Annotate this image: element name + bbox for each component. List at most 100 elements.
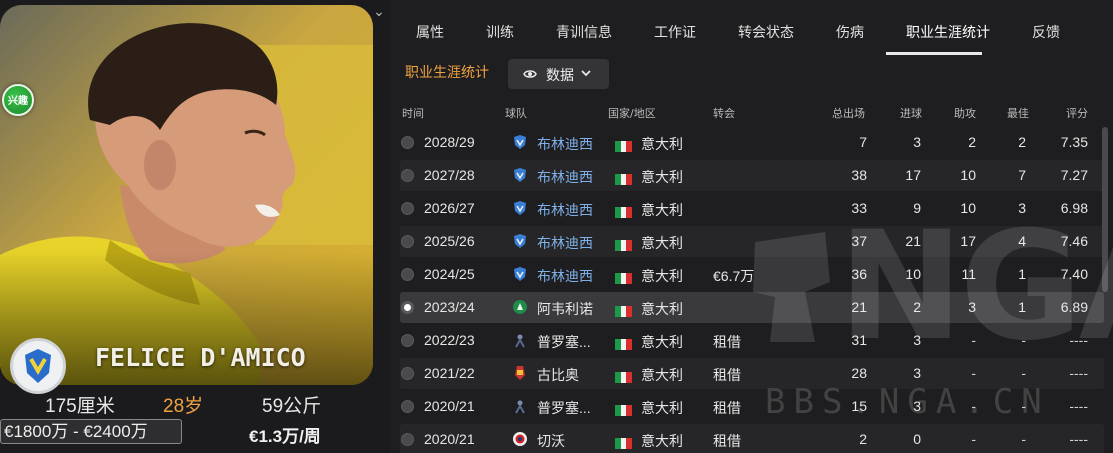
club-crest-icon xyxy=(512,332,528,348)
motm-cell: - xyxy=(1021,398,1026,414)
table-row[interactable]: 2028/29 布林迪西 意大利 7 3 2 2 7.35 xyxy=(400,127,1104,158)
view-mode-dropdown[interactable]: 数据 xyxy=(508,59,609,89)
table-row[interactable]: 2024/25 布林迪西 意大利 €6.7万 36 10 11 1 7.40 xyxy=(400,259,1104,290)
season-cell: 2020/21 xyxy=(424,431,475,447)
tab-career-stats[interactable]: 职业生涯统计 xyxy=(906,22,990,42)
goals-cell: 3 xyxy=(913,365,921,381)
header-rating[interactable]: 评分 xyxy=(1066,105,1088,121)
table-scrollbar[interactable] xyxy=(1102,127,1108,292)
season-cell: 2023/24 xyxy=(424,299,475,315)
table-row[interactable]: 2027/28 布林迪西 意大利 38 17 10 7 7.27 xyxy=(400,160,1104,191)
rating-cell: 7.40 xyxy=(1060,266,1088,282)
row-select-radio[interactable] xyxy=(401,334,414,347)
header-motm[interactable]: 最佳 xyxy=(1007,105,1029,121)
goals-cell: 3 xyxy=(913,398,921,414)
italy-flag-icon xyxy=(615,203,632,218)
row-select-radio[interactable] xyxy=(401,235,414,248)
tab-training[interactable]: 训练 xyxy=(486,22,514,42)
goals-cell: 17 xyxy=(905,167,921,183)
row-select-radio[interactable] xyxy=(401,169,414,182)
row-select-radio[interactable] xyxy=(401,367,414,380)
apps-cell: 31 xyxy=(851,332,867,348)
country-cell: 意大利 xyxy=(641,235,683,251)
club-link[interactable]: 布林迪西 xyxy=(537,167,593,187)
club-link[interactable]: 阿韦利诺 xyxy=(537,299,593,319)
table-row[interactable]: 2022/23 普罗塞... 意大利 租借 31 3- - ---- xyxy=(400,325,1104,356)
club-link[interactable]: 布林迪西 xyxy=(537,266,593,286)
club-crest-icon xyxy=(512,431,528,447)
player-profile-panel: FELICE D'AMICO ⌄ 兴趣 175厘米 28岁 59公斤 €1800… xyxy=(0,0,390,453)
motm-cell: 7 xyxy=(1018,167,1026,183)
club-crest-icon xyxy=(512,266,528,282)
header-team[interactable]: 球队 xyxy=(505,105,527,121)
motm-cell: 1 xyxy=(1018,266,1026,282)
goals-cell: 0 xyxy=(913,431,921,447)
club-link[interactable]: 布林迪西 xyxy=(537,200,593,220)
apps-cell: 15 xyxy=(851,398,867,414)
table-row[interactable]: 2020/21 切沃 意大利 租借 2 0- - ---- xyxy=(400,424,1104,453)
transfer-value-field[interactable]: €1800万 - €2400万 xyxy=(0,419,182,444)
player-age: 28岁 xyxy=(163,396,204,417)
club-link[interactable]: 布林迪西 xyxy=(537,134,593,154)
club-crest-icon xyxy=(512,167,528,183)
club-link[interactable]: 切沃 xyxy=(537,431,565,451)
interest-badge[interactable]: 兴趣 xyxy=(2,84,34,116)
country-cell: 意大利 xyxy=(641,400,683,416)
rating-cell: ---- xyxy=(1069,398,1088,414)
motm-cell: 2 xyxy=(1018,134,1026,150)
motm-cell: 4 xyxy=(1018,233,1026,249)
tab-work-permit[interactable]: 工作证 xyxy=(654,22,696,42)
rating-cell: 7.27 xyxy=(1060,167,1088,183)
tab-feedback[interactable]: 反馈 xyxy=(1032,22,1060,42)
club-link[interactable]: 普罗塞... xyxy=(537,398,591,418)
rating-cell: 7.46 xyxy=(1060,233,1088,249)
club-link[interactable]: 普罗塞... xyxy=(537,332,591,352)
apps-cell: 2 xyxy=(859,431,867,447)
player-name: FELICE D'AMICO xyxy=(95,343,306,372)
season-cell: 2025/26 xyxy=(424,233,475,249)
assists-cell: 3 xyxy=(968,299,976,315)
header-goals[interactable]: 进球 xyxy=(900,105,922,121)
row-select-radio[interactable] xyxy=(401,136,414,149)
view-mode-label: 数据 xyxy=(546,68,574,84)
season-cell: 2024/25 xyxy=(424,266,475,282)
italy-flag-icon xyxy=(615,368,632,383)
tab-youth-info[interactable]: 青训信息 xyxy=(556,22,612,42)
season-cell: 2020/21 xyxy=(424,398,475,414)
tab-injuries[interactable]: 伤病 xyxy=(836,22,864,42)
tab-attributes[interactable]: 属性 xyxy=(416,22,444,42)
table-row[interactable]: 2021/22 古比奥 意大利 租借 28 3- - ---- xyxy=(400,358,1104,389)
row-select-radio[interactable] xyxy=(401,301,414,314)
italy-flag-icon xyxy=(615,302,632,317)
player-height: 175厘米 xyxy=(45,396,115,417)
collapse-chevron-icon[interactable]: ⌄ xyxy=(368,4,390,22)
row-select-radio[interactable] xyxy=(401,268,414,281)
table-row[interactable]: 2020/21 普罗塞... 意大利 租借 15 3- - ---- xyxy=(400,391,1104,422)
header-country[interactable]: 国家/地区 xyxy=(608,105,656,121)
row-select-radio[interactable] xyxy=(401,400,414,413)
header-time[interactable]: 时间 xyxy=(402,105,424,121)
row-select-radio[interactable] xyxy=(401,433,414,446)
row-select-radio[interactable] xyxy=(401,202,414,215)
rating-cell: 6.98 xyxy=(1060,200,1088,216)
season-cell: 2028/29 xyxy=(424,134,475,150)
rating-cell: 6.89 xyxy=(1060,299,1088,315)
assists-cell: 10 xyxy=(960,167,976,183)
club-crest-icon xyxy=(512,398,528,414)
country-cell: 意大利 xyxy=(641,136,683,152)
club-link[interactable]: 布林迪西 xyxy=(537,233,593,253)
transfer-cell: €6.7万 xyxy=(713,268,755,284)
italy-flag-icon xyxy=(615,137,632,152)
table-row[interactable]: 2023/24 阿韦利诺 意大利 21 2 3 1 6.89 xyxy=(400,292,1104,323)
country-cell: 意大利 xyxy=(641,169,683,185)
tab-transfer-status[interactable]: 转会状态 xyxy=(738,22,794,42)
table-row[interactable]: 2025/26 布林迪西 意大利 37 21 17 4 7.46 xyxy=(400,226,1104,257)
club-link[interactable]: 古比奥 xyxy=(537,365,579,385)
transfer-cell: 租借 xyxy=(713,400,741,416)
table-row[interactable]: 2026/27 布林迪西 意大利 33 9 10 3 6.98 xyxy=(400,193,1104,224)
header-apps[interactable]: 总出场 xyxy=(832,105,865,121)
header-assists[interactable]: 助攻 xyxy=(954,105,976,121)
tab-bar: 属性 训练 青训信息 工作证 转会状态 伤病 职业生涯统计 反馈 xyxy=(390,0,1113,55)
assists-cell: 10 xyxy=(960,200,976,216)
header-transfer[interactable]: 转会 xyxy=(713,105,735,121)
